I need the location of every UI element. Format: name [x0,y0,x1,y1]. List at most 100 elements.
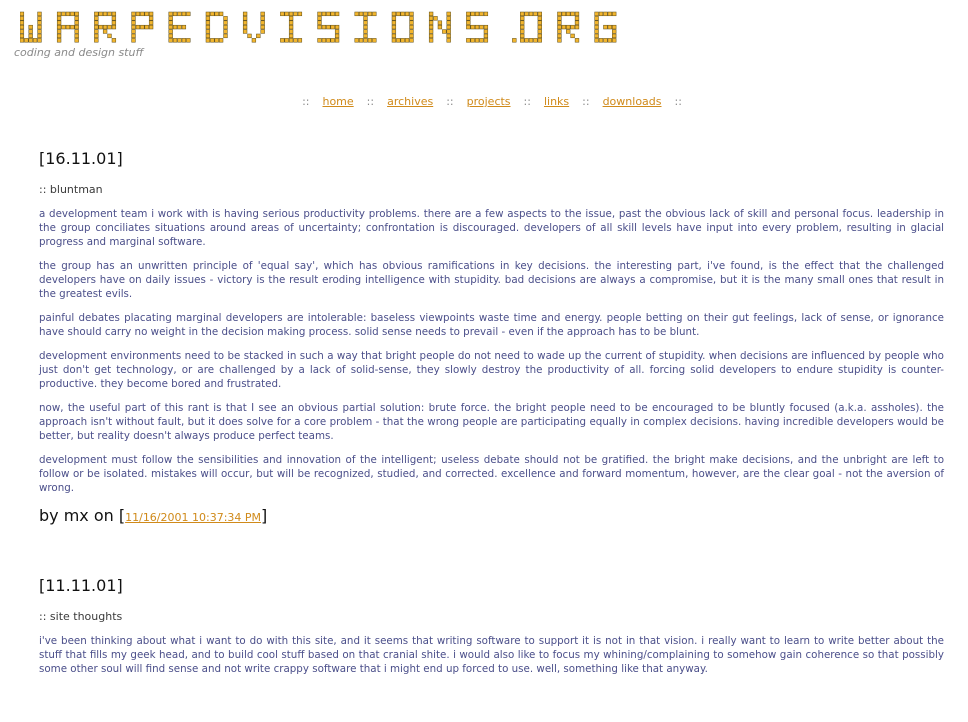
logo-pixel [288,29,294,34]
logo-pixel [326,24,331,30]
logo-pixel [367,11,373,17]
logo-pixel [288,24,294,30]
nav-link-links[interactable]: links [544,95,569,108]
logo-pixel [280,11,285,17]
logo-pixel [520,11,525,17]
logo-pixel [28,33,33,39]
byline-suffix: ] [261,506,268,525]
post-byline: by mx on [11/16/2001 10:37:34 PM] [39,505,944,529]
logo-pixel [557,11,562,17]
nav-link-archives[interactable]: archives [387,95,433,108]
logo-pixel [557,38,562,43]
logo-pixel [566,11,571,17]
logo-pixel [409,29,414,34]
logo-pixel [594,24,599,30]
nav-link-home[interactable]: home [322,95,353,108]
logo-pixel [409,33,414,39]
logo-pixel [520,29,525,34]
logo-pixel [404,38,410,43]
logo-pixel [210,38,215,43]
nav-link-downloads[interactable]: downloads [603,95,662,108]
logo-pixel [446,16,451,21]
logo-pixel [317,24,322,30]
logo-pixel [574,38,580,43]
logo-pixel [111,16,117,21]
logo-pixel [594,11,599,17]
logo-pixel [218,11,224,17]
logo-pixel [131,11,136,17]
logo-pixel [528,38,534,43]
logo-pixel [56,29,62,34]
logo-pixel [612,38,617,43]
logo-pixel [56,20,62,25]
logo-pixel [288,38,294,43]
logo-pixel [428,16,434,21]
logo-pixel [391,11,397,17]
logo-pixel [168,33,173,39]
logo-pixel [168,24,173,30]
logo-pixel [474,11,480,17]
logo-pixel [470,38,475,43]
logo-pixel [520,38,525,43]
logo-pixel [56,33,62,39]
nav-link-projects[interactable]: projects [467,95,511,108]
logo-pixel [205,29,211,34]
logo-pixel [520,24,525,30]
logo-pixel [428,20,434,25]
logo-pixel [205,33,211,39]
logo-pixel [437,20,443,25]
logo-pixel [293,38,298,43]
logo-pixel [61,11,66,17]
logo-pixel [446,38,451,43]
logo-pixel [466,11,471,17]
logo-pixel [70,11,75,17]
logo-pixel [372,11,377,17]
logo-pixel [334,11,340,17]
logo-pixel [470,11,475,17]
post-list: [16.11.01] :: bluntman a development tea… [39,148,944,722]
logo-pixel [317,16,322,21]
logo-pixel [111,11,117,17]
logo-pixel [391,29,397,34]
logo-pixel [537,29,542,34]
logo-pixel [483,11,489,17]
logo-pixel [74,29,79,34]
logo-pixel [363,38,368,43]
logo-pixel [428,29,434,34]
logo-pixel [260,20,265,25]
logo-pixel [321,11,327,17]
logo-pixel [131,29,136,34]
logo-pixel [144,24,149,30]
logo-pixel [537,11,542,17]
logo-pixel [144,11,149,17]
nav-separator: :: [366,95,375,108]
logo-pixel [20,38,25,43]
logo-pixel [570,24,575,30]
logo-pixel [107,11,112,17]
post-paragraph: i've been thinking about what i want to … [39,635,944,675]
logo-pixel [177,11,182,17]
logo-pixel [533,38,538,43]
post-date: [11.11.01] [39,576,123,595]
logo-pixel [321,38,327,43]
site-logo[interactable] [20,11,650,43]
logo-pixel [223,33,228,39]
logo-pixel [107,24,112,30]
post-permalink[interactable]: 11/16/2001 10:37:34 PM [125,511,261,524]
logo-pixel [135,24,141,30]
logo-pixel [537,20,542,25]
logo-pixel [247,33,252,39]
logo-pixel [326,38,331,43]
logo-pixel [102,24,108,30]
logo-pixel [409,20,414,25]
logo-pixel [205,16,211,21]
logo-pixel [537,38,542,43]
logo-pixel [334,24,340,30]
logo-pixel [148,11,154,17]
logo-pixel [466,20,471,25]
logo-pixel [483,38,489,43]
logo-pixel [409,38,414,43]
logo-pixel [20,29,25,34]
logo-pixel [288,33,294,39]
logo-pixel [483,33,489,39]
